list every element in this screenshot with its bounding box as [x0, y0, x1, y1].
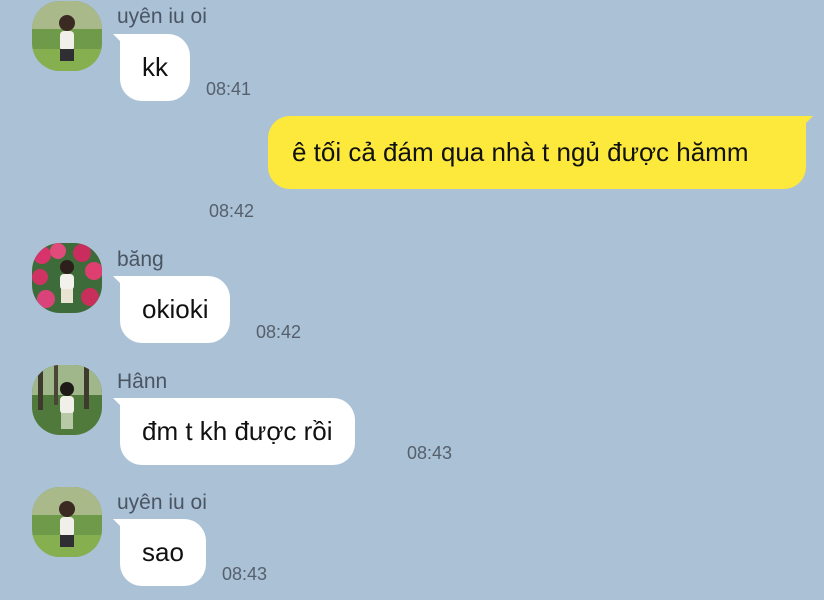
message-bubble[interactable]: sao	[113, 519, 206, 586]
outgoing-message-bubble[interactable]: ê tối cả đám qua nhà t ngủ được hămm	[268, 116, 813, 189]
message-bubble[interactable]: đm t kh được rồi	[113, 398, 355, 465]
message-bubble[interactable]: okioki	[112, 276, 231, 343]
avatar-uyen[interactable]	[32, 487, 102, 557]
message-bubble[interactable]: kk	[113, 34, 190, 101]
message-time: 08:42	[209, 201, 255, 221]
avatar-hann[interactable]	[32, 365, 102, 435]
message-time: 08:43	[407, 443, 453, 463]
message-time: 08:43	[222, 564, 268, 584]
sender-name: uyên iu oi	[117, 491, 207, 514]
message-time: 08:42	[256, 322, 302, 342]
sender-name: Hânn	[117, 370, 168, 393]
avatar-uyen[interactable]	[32, 1, 102, 71]
sender-name: uyên iu oi	[117, 5, 207, 28]
avatar-bang[interactable]	[32, 243, 102, 313]
message-time: 08:41	[206, 79, 252, 99]
sender-name: băng	[117, 248, 164, 271]
